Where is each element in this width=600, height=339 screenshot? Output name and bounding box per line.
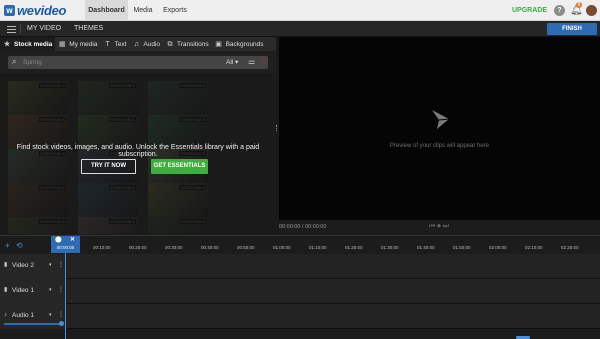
player-controls: 00:00:00 / 00:00:00 ⏮⏺⏭: [279, 220, 600, 234]
ruler-tick-label: 00:50:00: [237, 245, 255, 250]
audio-track-icon: ♪: [4, 312, 7, 318]
logo-mark: w: [4, 5, 15, 16]
chevron-down-icon[interactable]: ▾: [49, 312, 52, 319]
chevron-down-icon[interactable]: ▾: [49, 287, 52, 294]
timeline-ruler[interactable]: + ⟲ 00:10:00 00:20:00 00:30:00 00:40:00 00:5…: [0, 235, 600, 255]
media-tab-label: Audio: [143, 40, 161, 48]
ruler-tick-label: 02:00:00: [489, 245, 507, 250]
filter-select[interactable]: All ▾: [226, 56, 238, 69]
nav-tab-media[interactable]: Media: [128, 0, 158, 21]
track-header: ▮ Video 2 ▾ ⋮: [0, 254, 65, 279]
more-options-icon[interactable]: ⋮: [58, 287, 64, 294]
search-input[interactable]: [23, 56, 203, 69]
ruler-tick-label: 01:30:00: [381, 245, 399, 250]
backgrounds-icon: ▣: [215, 40, 222, 48]
playhead-line: [65, 253, 66, 339]
timeline-track[interactable]: ▮ Video 2 ▾ ⋮: [0, 254, 600, 279]
themes-link[interactable]: THEMES: [74, 21, 103, 37]
sliders-icon[interactable]: ⚌: [248, 58, 255, 66]
magnet-icon[interactable]: ⟲: [16, 242, 23, 250]
get-essentials-button[interactable]: GET ESSENTIALS: [151, 159, 208, 174]
divider: [20, 24, 21, 34]
ruler-tick-label: 00:40:00: [201, 245, 219, 250]
ruler-tick-label: 01:40:00: [417, 245, 435, 250]
media-tab-label: Backgrounds: [225, 40, 264, 48]
more-options-icon[interactable]: ⋮: [58, 262, 64, 269]
media-tab-label: Stock media: [14, 40, 53, 48]
try-it-now-button[interactable]: TRY IT NOW: [81, 159, 136, 174]
ruler-tick-label: 01:10:00: [309, 245, 327, 250]
ruler-tick-label: 01:20:00: [345, 245, 363, 250]
media-tab-stock-media[interactable]: ★ Stock media: [0, 37, 56, 51]
ruler-tick-label: 00:30:00: [165, 245, 183, 250]
ruler-tick-label: 02:20:00: [561, 245, 579, 250]
nav-tab-dashboard[interactable]: Dashboard: [85, 0, 128, 21]
add-track-icon[interactable]: +: [5, 242, 10, 250]
search-box: ⌕ All ▾ ⚌ ♡: [8, 56, 268, 69]
media-tab-backgrounds[interactable]: ▣ Backgrounds: [212, 37, 267, 51]
volume-handle[interactable]: [59, 321, 64, 326]
media-tab-label: My media: [69, 40, 98, 48]
track-header: ♪ Audio 1 ▾ ⋮: [0, 304, 65, 329]
track-name: Video 1: [12, 287, 34, 294]
logo-text: wevideo: [17, 3, 67, 18]
essentials-promo-text: Find stock videos, images, and audio. Un…: [16, 144, 260, 158]
menu-icon[interactable]: [7, 26, 16, 33]
media-tab-my-media[interactable]: ▦ My media: [55, 37, 100, 51]
help-icon[interactable]: ?: [554, 5, 565, 16]
track-name: Video 2: [12, 262, 34, 269]
project-title[interactable]: MY VIDEO: [27, 21, 61, 37]
track-name: Audio 1: [12, 312, 35, 319]
top-bar: w wevideo Dashboard Media Exports UPGRAD…: [0, 0, 600, 21]
audio-icon: ♫: [133, 40, 140, 48]
preview-placeholder-icon: [432, 110, 450, 129]
ruler-tick-label: 01:50:00: [453, 245, 471, 250]
media-panel: ★ Stock media ▦ My media T Text ♫ Audio ⧉ Transit…: [0, 37, 276, 234]
search-row: ⌕ All ▾ ⚌ ♡: [0, 51, 276, 73]
splitter-grip-icon[interactable]: [276, 125, 278, 131]
preview-pane: Preview of your clips will appear here: [279, 37, 600, 220]
media-tab-transitions[interactable]: ⧉ Transitions: [163, 37, 212, 51]
playhead[interactable]: ⬤ ✕ 00:00:00: [51, 236, 80, 253]
transport-icon[interactable]: ⏮⏺⏭: [429, 220, 451, 234]
transitions-icon: ⧉: [167, 40, 173, 48]
ruler-tick-label: 01:00:00: [273, 245, 291, 250]
ruler-tick-label: 00:10:00: [93, 245, 111, 250]
timeline-track[interactable]: ▮ Video 1 ▾ ⋮: [0, 279, 600, 304]
ruler-tick-label: 00:20:00: [129, 245, 147, 250]
media-tab-label: Text: [114, 40, 127, 48]
heart-icon[interactable]: ♡: [260, 57, 268, 66]
preview-message: Preview of your clips will appear here: [389, 143, 490, 149]
avatar[interactable]: [586, 5, 597, 16]
timeline-track[interactable]: ♪ Audio 1 ▾ ⋮: [0, 304, 600, 329]
chevron-down-icon[interactable]: ▾: [49, 262, 52, 269]
pin-icon[interactable]: ⬤: [55, 237, 62, 243]
star-icon: ★: [3, 40, 11, 48]
media-tabs: ★ Stock media ▦ My media T Text ♫ Audio ⧉ Transit…: [0, 37, 276, 51]
finish-button[interactable]: FINISH: [547, 23, 597, 35]
project-bar: MY VIDEO THEMES FINISH: [0, 21, 600, 37]
video-track-icon: ▮: [4, 287, 8, 293]
video-track-icon: ▮: [4, 262, 8, 268]
playhead-time: 00:00:00: [56, 245, 75, 250]
media-tab-audio[interactable]: ♫ Audio: [129, 37, 163, 51]
media-tab-text[interactable]: T Text: [100, 37, 129, 51]
volume-slider[interactable]: [4, 321, 64, 326]
media-tab-label: Transitions: [177, 40, 209, 48]
upgrade-link[interactable]: UPGRADE: [512, 0, 547, 21]
search-icon: ⌕: [12, 57, 17, 66]
track-header: ▮ Video 1 ▾ ⋮: [0, 279, 65, 304]
wevideo-logo[interactable]: w wevideo: [4, 3, 67, 18]
ruler-tick-label: 02:10:00: [525, 245, 543, 250]
timecode: 00:00:00 / 00:00:00: [279, 224, 327, 230]
text-icon: T: [105, 40, 110, 48]
notification-badge: 8: [576, 2, 582, 8]
media-icon: ▦: [58, 40, 66, 48]
more-options-icon[interactable]: ⋮: [58, 312, 64, 319]
nav-tab-exports[interactable]: Exports: [158, 0, 192, 21]
close-icon[interactable]: ✕: [70, 237, 75, 243]
